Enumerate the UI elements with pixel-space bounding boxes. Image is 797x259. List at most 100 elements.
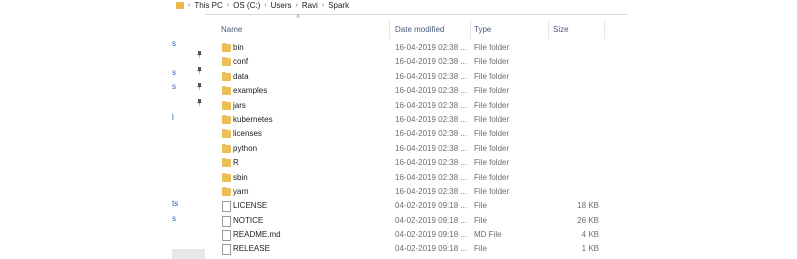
file-icon <box>222 215 231 227</box>
file-date-modified: 16-04-2019 02:38 ... <box>395 100 468 110</box>
folder-icon <box>222 172 231 182</box>
file-name: kubernetes <box>233 114 273 124</box>
pin-icon[interactable] <box>195 67 203 75</box>
file-name: README.md <box>233 230 281 240</box>
file-date-modified: 16-04-2019 02:38 ... <box>395 114 468 124</box>
folder-icon <box>222 57 231 67</box>
list-item[interactable]: R 16-04-2019 02:38 ... File folder <box>213 156 613 170</box>
column-header-name[interactable]: Name <box>221 25 242 34</box>
column-divider[interactable] <box>470 20 471 39</box>
file-name: jars <box>233 100 246 110</box>
file-type: File <box>474 244 487 254</box>
file-name: yarn <box>233 186 249 196</box>
file-name: bin <box>233 43 244 52</box>
folder-icon <box>222 186 231 196</box>
sort-ascending-icon: ˄ <box>296 14 301 21</box>
list-item[interactable]: jars 16-04-2019 02:38 ... File folder <box>213 99 613 113</box>
file-icon <box>222 230 231 242</box>
column-divider[interactable] <box>389 20 390 39</box>
file-name: sbin <box>233 172 248 182</box>
file-name: conf <box>233 57 249 67</box>
folder-icon <box>176 2 184 9</box>
list-item[interactable]: python 16-04-2019 02:38 ... File folder <box>213 142 613 156</box>
file-date-modified: 16-04-2019 02:38 ... <box>395 186 468 196</box>
list-item[interactable]: yarn 16-04-2019 02:38 ... File folder <box>213 185 613 199</box>
file-type: File folder <box>474 100 510 110</box>
list-item[interactable]: examples 16-04-2019 02:38 ... File folde… <box>213 84 613 98</box>
breadcrumb-this-pc[interactable]: This PC <box>194 1 222 10</box>
file-type: File <box>474 215 487 225</box>
list-item[interactable]: bin 16-04-2019 02:38 ... File folder <box>213 41 613 55</box>
chevron-right-icon: › <box>226 2 230 9</box>
column-header-type[interactable]: Type <box>474 25 491 34</box>
file-size: 18 KB <box>577 201 599 211</box>
file-date-modified: 04-02-2019 09:18 ... <box>395 230 468 240</box>
list-item[interactable]: data 16-04-2019 02:38 ... File folder <box>213 70 613 84</box>
file-date-modified: 04-02-2019 09:18 ... <box>395 244 468 254</box>
folder-icon <box>222 71 231 81</box>
column-header-size[interactable]: Size <box>553 25 569 34</box>
folder-icon <box>222 158 231 168</box>
breadcrumb-os-c[interactable]: OS (C:) <box>233 1 260 10</box>
list-item[interactable]: licenses 16-04-2019 02:38 ... File folde… <box>213 127 613 141</box>
nav-item-fragment[interactable]: l <box>172 113 174 122</box>
chevron-right-icon: › <box>295 2 298 9</box>
file-date-modified: 16-04-2019 02:38 ... <box>395 172 468 182</box>
file-name: python <box>233 143 258 153</box>
list-item[interactable]: sbin 16-04-2019 02:38 ... File folder <box>213 171 613 185</box>
file-type: File folder <box>474 172 510 182</box>
file-icon <box>222 244 231 256</box>
file-type: File <box>474 201 487 211</box>
pin-icon[interactable] <box>195 83 203 91</box>
file-date-modified: 16-04-2019 02:38 ... <box>395 43 468 52</box>
file-name: LICENSE <box>233 201 268 211</box>
file-name: licenses <box>233 129 262 139</box>
file-type: File folder <box>474 158 510 168</box>
nav-pane-scroll-region[interactable] <box>172 249 205 259</box>
nav-item-fragment[interactable]: s <box>172 39 176 48</box>
folder-icon <box>222 100 231 110</box>
folder-icon <box>222 114 231 124</box>
file-date-modified: 16-04-2019 02:38 ... <box>395 57 468 67</box>
breadcrumb-spark[interactable]: Spark <box>328 1 349 10</box>
list-item[interactable]: conf 16-04-2019 02:38 ... File folder <box>213 55 613 69</box>
folder-icon <box>222 129 231 139</box>
nav-item-fragment[interactable]: ts <box>172 199 178 208</box>
file-date-modified: 16-04-2019 02:38 ... <box>395 86 468 96</box>
list-item[interactable]: RELEASE 04-02-2019 09:18 ... File 1 KB <box>213 242 613 256</box>
file-size: 26 KB <box>577 215 599 225</box>
chevron-right-icon: › <box>264 2 267 9</box>
file-name: data <box>233 71 249 81</box>
file-name: examples <box>233 86 268 96</box>
list-item[interactable]: kubernetes 16-04-2019 02:38 ... File fol… <box>213 113 613 127</box>
file-type: File folder <box>474 57 510 67</box>
column-divider[interactable] <box>604 20 605 39</box>
breadcrumb-ravi[interactable]: Ravi <box>302 1 318 10</box>
file-name: NOTICE <box>233 215 264 225</box>
file-date-modified: 16-04-2019 02:38 ... <box>395 71 468 81</box>
chevron-right-icon: › <box>321 2 325 9</box>
pin-icon[interactable] <box>195 99 203 107</box>
file-type: File folder <box>474 43 510 52</box>
address-bar[interactable]: › This PC › OS (C:) › Users › Ravi › Spa… <box>168 0 628 15</box>
list-item[interactable]: LICENSE 04-02-2019 09:18 ... File 18 KB <box>213 199 613 213</box>
list-item[interactable]: NOTICE 04-02-2019 09:18 ... File 26 KB <box>213 214 613 228</box>
file-icon <box>222 201 231 213</box>
file-size: 4 KB <box>581 230 599 240</box>
file-list: bin 16-04-2019 02:38 ... File folder con… <box>213 41 613 257</box>
file-type: File folder <box>474 186 510 196</box>
file-type: File folder <box>474 71 510 81</box>
file-type: File folder <box>474 129 510 139</box>
file-date-modified: 16-04-2019 02:38 ... <box>395 129 468 139</box>
column-header-date-modified[interactable]: Date modified <box>395 25 444 34</box>
file-name: R <box>233 158 239 168</box>
nav-item-fragment[interactable]: s <box>172 82 176 91</box>
file-size: 1 KB <box>581 244 599 254</box>
folder-icon <box>222 86 231 96</box>
pin-icon[interactable] <box>195 51 203 59</box>
nav-item-fragment[interactable]: s <box>172 214 176 223</box>
nav-item-fragment[interactable]: s <box>172 68 176 77</box>
column-divider[interactable] <box>548 20 549 39</box>
breadcrumb-users[interactable]: Users <box>271 1 292 10</box>
list-item[interactable]: README.md 04-02-2019 09:18 ... MD File 4… <box>213 228 613 242</box>
